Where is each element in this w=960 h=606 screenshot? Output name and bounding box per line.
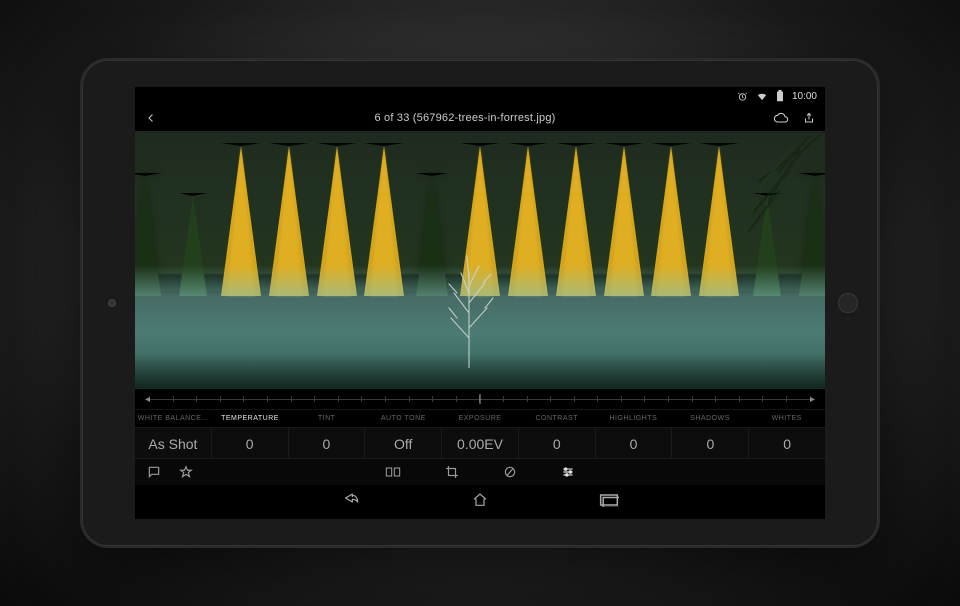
adjust-tab-white-balance[interactable]: WHITE BALANCE… [135, 410, 212, 427]
adjust-tab-whites[interactable]: WHITES [748, 410, 825, 427]
adjust-tab-auto-tone[interactable]: AUTO TONE [365, 410, 442, 427]
battery-icon [776, 90, 784, 102]
adjust-tab-temperature[interactable]: TEMPERATURE [212, 410, 289, 427]
adjust-icon[interactable] [561, 465, 575, 479]
photo-title: 6 of 33 (567962-trees-in-forrest.jpg) [157, 112, 773, 124]
adjust-tab-exposure[interactable]: EXPOSURE [442, 410, 519, 427]
comment-icon[interactable] [147, 465, 161, 479]
adjust-value-5: 0 [518, 428, 595, 458]
adjust-tab-highlights[interactable]: HIGHLIGHTS [595, 410, 672, 427]
adjustment-values: As Shot00Off0.00EV0000 [135, 427, 825, 459]
cloud-sync-icon[interactable] [773, 112, 789, 124]
adjust-value-6: 0 [595, 428, 672, 458]
alarm-icon [737, 91, 748, 102]
back-button[interactable] [145, 112, 157, 124]
adjust-value-2: 0 [288, 428, 365, 458]
compare-icon[interactable] [385, 466, 401, 478]
adjust-value-7: 0 [671, 428, 748, 458]
slider-right-arrow[interactable]: ▸ [804, 394, 815, 405]
tone-curve-icon[interactable] [503, 465, 517, 479]
nav-home-button[interactable] [471, 492, 489, 513]
tablet-frame: 10:00 6 of 33 (567962-trees-in-forrest.j… [80, 58, 880, 548]
wifi-icon [756, 91, 768, 102]
status-bar: 10:00 [135, 87, 825, 105]
photo-canvas[interactable] [135, 131, 825, 389]
home-button[interactable] [838, 293, 858, 313]
slider-left-arrow[interactable]: ◂ [145, 394, 156, 405]
edit-tool-row [135, 459, 825, 485]
bare-tree-graphic [439, 248, 499, 368]
adjust-tab-tint[interactable]: TINT [288, 410, 365, 427]
foreground-branch [659, 131, 825, 281]
adjust-value-8: 0 [748, 428, 825, 458]
star-icon[interactable] [179, 465, 193, 479]
share-button[interactable] [803, 111, 815, 125]
android-nav-bar [135, 485, 825, 519]
crop-icon[interactable] [445, 465, 459, 479]
screen: 10:00 6 of 33 (567962-trees-in-forrest.j… [135, 87, 825, 519]
value-slider[interactable]: ◂ ▸ [135, 389, 825, 409]
slider-center-marker [480, 394, 481, 404]
app-bar: 6 of 33 (567962-trees-in-forrest.jpg) [135, 105, 825, 131]
adjust-value-0: As Shot [135, 428, 211, 458]
clock-label: 10:00 [792, 91, 817, 102]
nav-recent-button[interactable] [599, 493, 619, 512]
nav-back-button[interactable] [341, 492, 361, 513]
adjust-tab-shadows[interactable]: SHADOWS [672, 410, 749, 427]
front-camera [108, 299, 116, 307]
adjust-value-3: Off [364, 428, 441, 458]
adjust-tab-contrast[interactable]: CONTRAST [518, 410, 595, 427]
adjustment-tabs[interactable]: WHITE BALANCE…TEMPERATURETINTAUTO TONEEX… [135, 409, 825, 427]
adjust-value-4: 0.00EV [441, 428, 518, 458]
adjust-value-1: 0 [211, 428, 288, 458]
